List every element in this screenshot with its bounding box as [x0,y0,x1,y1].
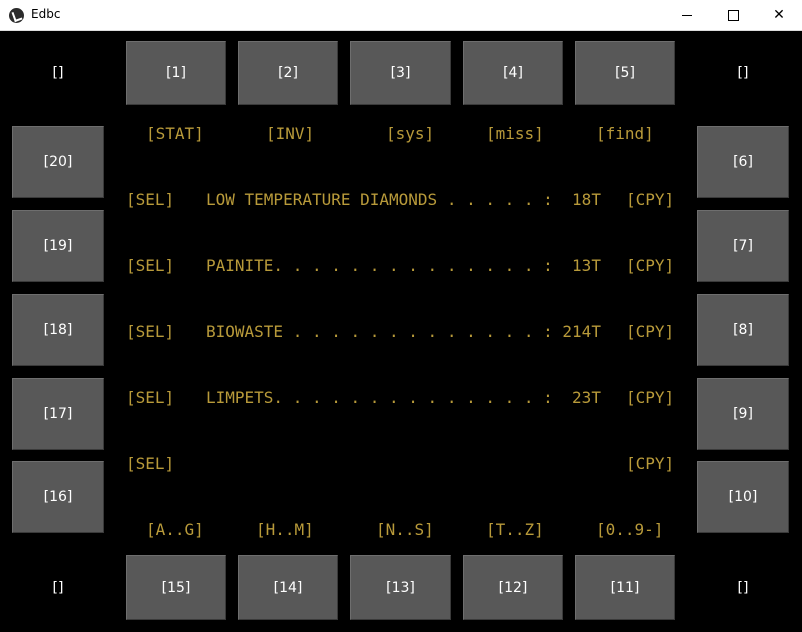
tab-a-g[interactable]: [A..G] [146,520,204,540]
maximize-button[interactable] [710,0,756,30]
row-1-text: LOW TEMPERATURE DIAMONDS . . . . . : 18T [206,190,601,209]
right-button-8[interactable]: [8] [697,294,789,366]
top-button-1[interactable]: [1] [126,41,226,105]
bottom-button-14[interactable]: [14] [238,555,338,620]
minimize-button[interactable] [664,0,710,30]
row-1-copy[interactable]: [CPY] [626,190,674,210]
left-button-16[interactable]: [16] [12,461,104,533]
row-3-select[interactable]: [SEL] [126,322,174,342]
corner-bottom-right[interactable]: [] [723,580,763,596]
corner-bottom-left[interactable]: [] [38,580,78,596]
close-button[interactable]: ✕ [756,0,802,30]
tab-sys[interactable]: [sys] [386,124,434,144]
row-4-select[interactable]: [SEL] [126,388,174,408]
tab-stat[interactable]: [STAT] [146,124,204,144]
row-1-select[interactable]: [SEL] [126,190,174,210]
app-area: [] [] [] [] [1] [2] [3] [4] [5] [20] [19… [0,31,802,632]
right-button-6[interactable]: [6] [697,126,789,198]
bottom-button-11[interactable]: [11] [575,555,675,620]
tab-h-m[interactable]: [H..M] [256,520,314,540]
tab-t-z[interactable]: [T..Z] [486,520,544,540]
right-button-10[interactable]: [10] [697,461,789,533]
corner-top-right[interactable]: [] [723,65,763,81]
top-button-2[interactable]: [2] [238,41,338,105]
minimize-icon [682,14,692,16]
top-button-4[interactable]: [4] [463,41,563,105]
window-title: Edbc [31,7,61,21]
tab-find[interactable]: [find] [596,124,654,144]
right-button-9[interactable]: [9] [697,378,789,450]
tab-n-s[interactable]: [N..S] [376,520,434,540]
left-button-17[interactable]: [17] [12,378,104,450]
row-2-select[interactable]: [SEL] [126,256,174,276]
row-2-copy[interactable]: [CPY] [626,256,674,276]
left-button-20[interactable]: [20] [12,126,104,198]
title-bar: Edbc ✕ [0,0,802,31]
top-button-3[interactable]: [3] [350,41,451,105]
row-5-copy[interactable]: [CPY] [626,454,674,474]
corner-top-left[interactable]: [] [38,65,78,81]
row-4-text: LIMPETS. . . . . . . . . . . . . . : 23T [206,388,601,407]
row-4-copy[interactable]: [CPY] [626,388,674,408]
bottom-button-12[interactable]: [12] [463,555,563,620]
row-3-text: BIOWASTE . . . . . . . . . . . . . : 214… [206,322,601,341]
close-icon: ✕ [773,7,785,23]
tab-0-9[interactable]: [0..9-] [596,520,663,540]
row-2-text: PAINITE. . . . . . . . . . . . . . : 13T [206,256,601,275]
row-3-copy[interactable]: [CPY] [626,322,674,342]
maximize-icon [727,9,739,21]
top-button-5[interactable]: [5] [575,41,675,105]
left-button-19[interactable]: [19] [12,210,104,282]
row-5-select[interactable]: [SEL] [126,454,174,474]
bottom-button-15[interactable]: [15] [126,555,226,620]
left-button-18[interactable]: [18] [12,294,104,366]
right-button-7[interactable]: [7] [697,210,789,282]
app-icon [9,8,24,23]
tab-miss[interactable]: [miss] [486,124,544,144]
bottom-button-13[interactable]: [13] [350,555,451,620]
tab-inv[interactable]: [INV] [266,124,314,144]
